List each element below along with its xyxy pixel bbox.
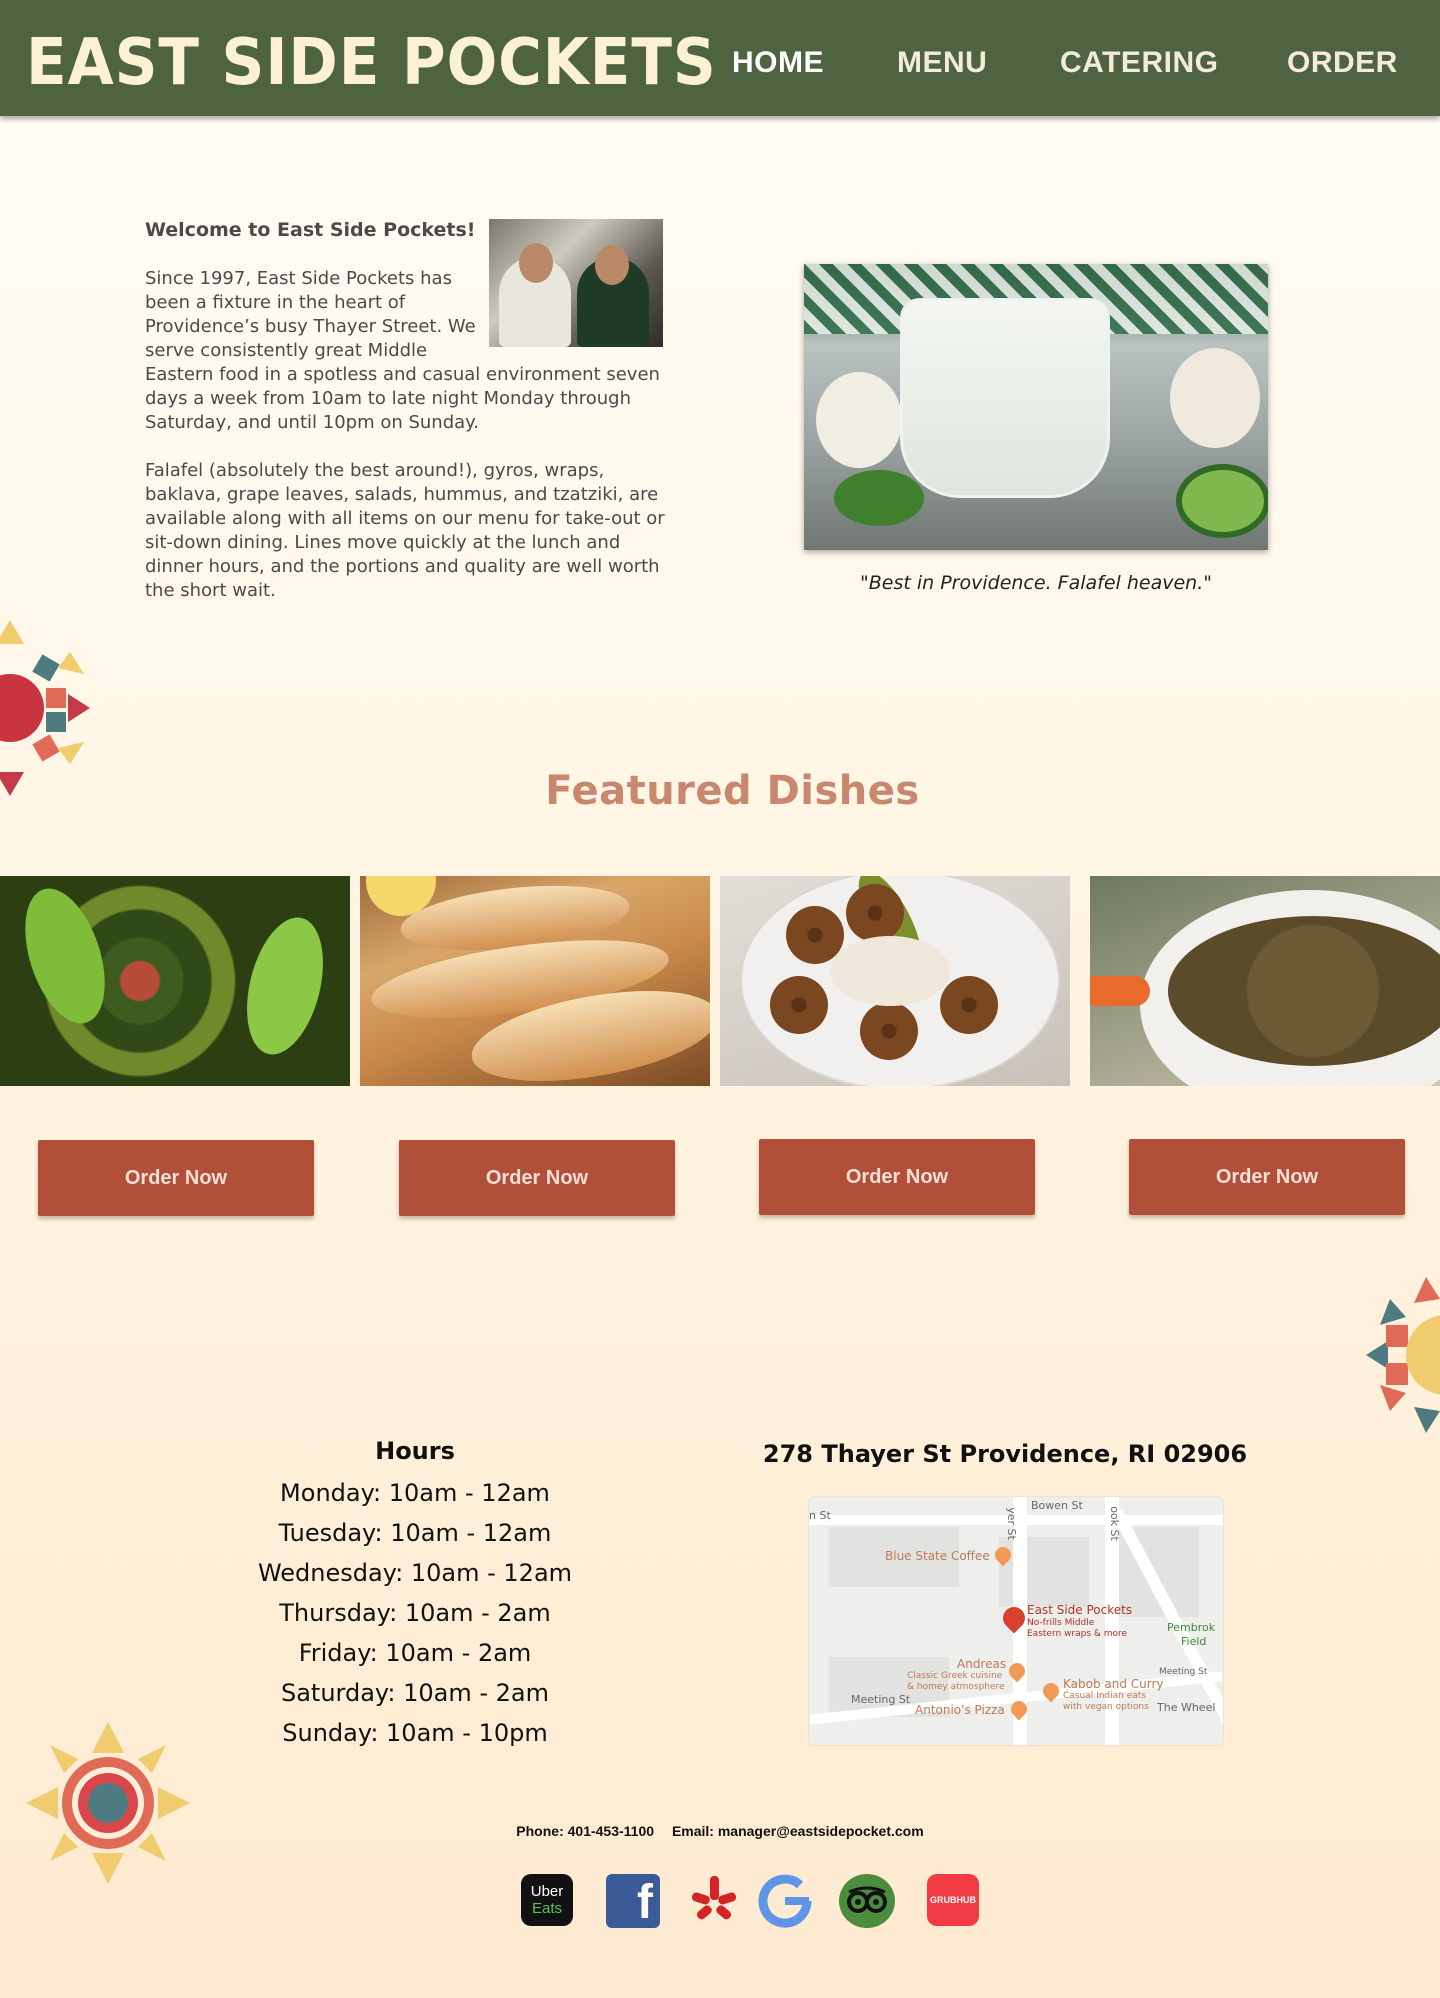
owners-photo xyxy=(489,219,663,347)
yelp-icon[interactable] xyxy=(692,1874,736,1928)
map-poi-kabob-desc1: Casual Indian eats xyxy=(1063,1691,1146,1701)
nav-catering[interactable]: CATERING xyxy=(1060,46,1218,80)
dish-photo-lentil-soup[interactable] xyxy=(1090,876,1440,1086)
hours-friday: Friday: 10am - 2am xyxy=(298,1639,532,1667)
order-now-button-4[interactable]: Order Now xyxy=(1129,1139,1405,1215)
intro-section: Welcome to East Side Pockets! Since 1997… xyxy=(145,218,675,627)
hours-section: Hours Monday: 10am - 12am Tuesday: 10am … xyxy=(215,1433,615,1753)
order-now-button-2[interactable]: Order Now xyxy=(399,1140,675,1216)
google-icon[interactable] xyxy=(758,1874,812,1928)
map-street-meeting-2: Meeting St xyxy=(1159,1667,1208,1677)
grubhub-icon[interactable]: GRUBHUB xyxy=(927,1874,979,1926)
hours-wednesday: Wednesday: 10am - 12am xyxy=(257,1559,573,1587)
map-poi-esp-desc2: Eastern wraps & more xyxy=(1027,1629,1128,1639)
hours-saturday: Saturday: 10am - 2am xyxy=(280,1679,550,1707)
map-street-meeting: Meeting St xyxy=(851,1693,911,1706)
map-poi-andreas: Andreas xyxy=(957,1657,1007,1671)
hours-thursday: Thursday: 10am - 2am xyxy=(279,1599,551,1627)
dish-photo-falafel[interactable] xyxy=(720,876,1070,1086)
map-poi-kabob-desc2: with vegan options xyxy=(1063,1702,1149,1712)
location-map[interactable]: Bowen St yer St ook St Meeting St n St B… xyxy=(809,1497,1223,1745)
facebook-icon[interactable]: f xyxy=(606,1874,660,1929)
nav-home[interactable]: HOME xyxy=(732,46,824,80)
map-street-angell: n St xyxy=(809,1509,831,1522)
tripadvisor-icon[interactable] xyxy=(839,1874,895,1928)
map-street-thayer: yer St xyxy=(1004,1507,1018,1540)
map-poi-andreas-desc2: & homey atmosphere xyxy=(907,1682,1005,1692)
nav-order[interactable]: ORDER xyxy=(1287,46,1398,80)
uber-eats-icon[interactable]: Uber Eats xyxy=(521,1874,573,1926)
site-header: EAST SIDE POCKETS HOME MENU CATERING ORD… xyxy=(0,0,1440,116)
phone-number[interactable]: Phone: 401-453-1100 xyxy=(516,1823,654,1839)
featured-dishes-title: Featured Dishes xyxy=(545,768,920,814)
map-poi-blue-state-coffee: Blue State Coffee xyxy=(885,1549,990,1563)
nav-menu[interactable]: MENU xyxy=(897,46,987,80)
review-quote: "Best in Providence. Falafel heaven." xyxy=(860,572,1212,594)
site-logo[interactable]: EAST SIDE POCKETS xyxy=(26,26,717,100)
decorative-star-bottom-left xyxy=(26,1722,190,1884)
dish-photo-chicken[interactable] xyxy=(360,876,710,1086)
decorative-star-right xyxy=(1366,1277,1440,1433)
map-poi-pembroke: Pembrok xyxy=(1167,1621,1216,1634)
map-poi-esp-desc1: No-frills Middle xyxy=(1027,1618,1095,1628)
hours-monday: Monday: 10am - 12am xyxy=(280,1479,550,1507)
map-poi-kabob-and-curry: Kabob and Curry xyxy=(1063,1677,1164,1691)
address: 278 Thayer St Providence, RI 02906 xyxy=(762,1440,1248,1468)
dish-photo-tabbouleh[interactable] xyxy=(0,876,350,1086)
email-address[interactable]: Email: manager@eastsidepocket.com xyxy=(672,1823,924,1839)
hours-title: Hours xyxy=(375,1437,455,1465)
hours-sunday: Sunday: 10am - 10pm xyxy=(282,1719,548,1747)
contact-info: Phone: 401-453-1100 Email: manager@easts… xyxy=(0,1823,1440,1839)
order-now-button-3[interactable]: Order Now xyxy=(759,1139,1035,1215)
tzatziki-photo xyxy=(804,264,1268,550)
hours-tuesday: Tuesday: 10am - 12am xyxy=(278,1519,552,1547)
map-poi-antonios-pizza: Antonio's Pizza xyxy=(915,1703,1005,1717)
map-poi-east-side-pockets: East Side Pockets xyxy=(1027,1603,1133,1617)
map-poi-the-wheel: The Wheel xyxy=(1157,1701,1216,1714)
map-street-brook: ook St xyxy=(1107,1506,1121,1541)
map-poi-field: Field xyxy=(1181,1635,1207,1648)
map-street-bowen: Bowen St xyxy=(1031,1499,1083,1512)
map-poi-andreas-desc1: Classic Greek cuisine xyxy=(907,1671,1003,1681)
intro-paragraph-menu: Falafel (absolutely the best around!), g… xyxy=(145,460,665,601)
order-now-button-1[interactable]: Order Now xyxy=(38,1140,314,1216)
